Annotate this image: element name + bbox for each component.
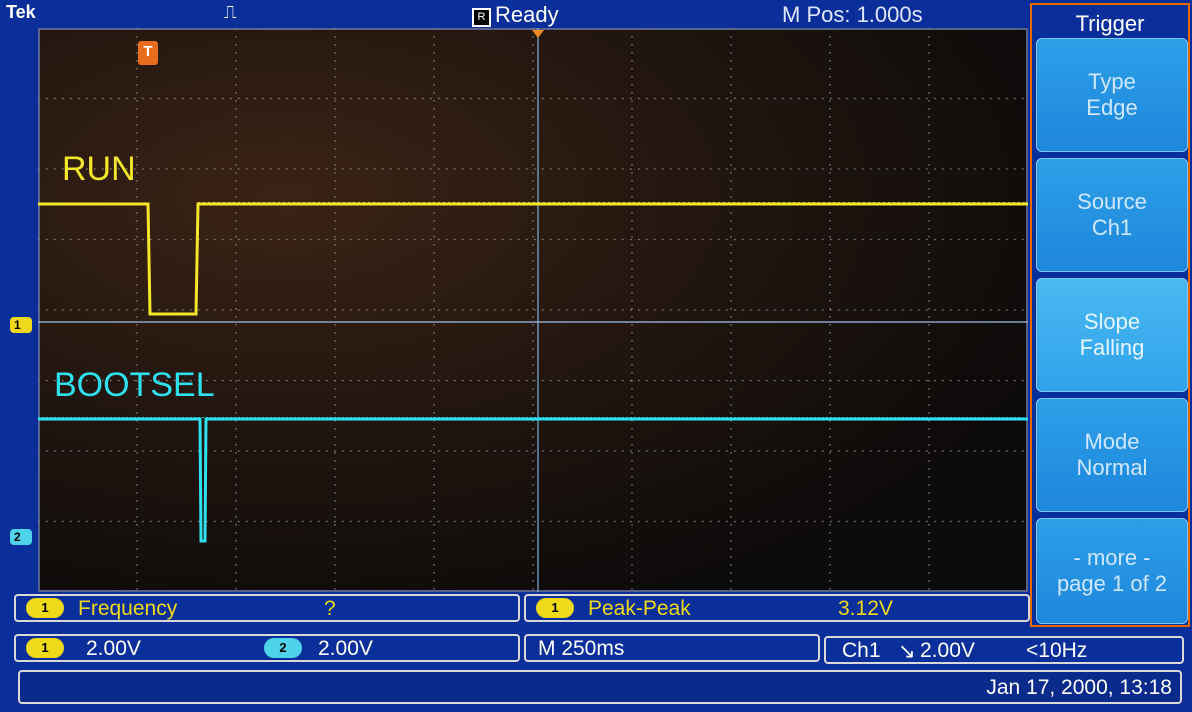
measurement-name: Frequency — [78, 597, 178, 620]
measurement-name: Peak-Peak — [588, 597, 691, 620]
ch1-badge: 1 — [26, 638, 64, 658]
trigger-frequency: <10Hz — [1026, 639, 1088, 662]
date-time: Jan 17, 2000, 13:18 — [986, 676, 1172, 699]
button-value: Ch1 — [1091, 215, 1133, 240]
ch2-ground-marker[interactable]: 2 — [10, 529, 32, 545]
status-text: Ready — [495, 2, 559, 27]
timebase-readout[interactable]: M 250ms — [524, 634, 820, 662]
menu-title: Trigger — [1075, 11, 1145, 36]
channel-badge: 1 — [26, 598, 64, 618]
button-label: Source — [1077, 189, 1147, 214]
button-value: page 1 of 2 — [1056, 571, 1168, 596]
trigger-source: Ch1 — [842, 639, 881, 662]
trigger-position-marker: T — [138, 41, 158, 65]
trigger-source-button[interactable]: Source Ch1 — [1036, 158, 1188, 272]
button-label: Slope — [1083, 309, 1141, 334]
ch1-scale: 2.00V — [86, 637, 141, 660]
trigger-readout[interactable]: Ch1 ↘ 2.00V <10Hz — [824, 636, 1184, 664]
measurement-value: 3.12V — [838, 597, 893, 620]
timebase-value: M 250ms — [538, 637, 625, 660]
trigger-mode-button[interactable]: Mode Normal — [1036, 398, 1188, 512]
ch2-scale: 2.00V — [318, 637, 373, 660]
button-label: Mode — [1084, 429, 1140, 454]
vertical-scale-readout[interactable]: 1 2.00V 2 2.00V — [14, 634, 520, 662]
button-value: Edge — [1086, 95, 1138, 120]
single-pulse-icon: ⎍ — [224, 2, 237, 22]
graticule — [38, 28, 1028, 592]
ch2-badge: 2 — [264, 638, 302, 658]
brand-logo: Tek — [6, 2, 36, 22]
ch1-ground-marker[interactable]: 1 — [10, 317, 32, 333]
measurement-peak-peak[interactable]: 1 Peak-Peak 3.12V — [524, 594, 1030, 622]
button-label: Type — [1088, 69, 1136, 94]
button-value: Falling — [1079, 335, 1145, 360]
trigger-slope-button[interactable]: Slope Falling — [1036, 278, 1188, 392]
acquisition-status: R Ready — [472, 2, 559, 28]
measurement-value: ? — [324, 597, 336, 620]
waveform-display[interactable] — [38, 28, 1028, 592]
ready-icon: R — [472, 8, 491, 27]
ch2-trace-label: BOOTSEL — [54, 366, 215, 404]
more-page-button[interactable]: - more - page 1 of 2 — [1036, 518, 1188, 624]
trigger-time-marker — [532, 30, 544, 38]
button-value: Normal — [1076, 455, 1148, 480]
trigger-level: 2.00V — [920, 639, 975, 662]
oscilloscope-screen: Tek ⎍ R Ready M Pos: 1.000s RUN BOOTSEL 1… — [0, 0, 1192, 712]
channel-badge: 1 — [536, 598, 574, 618]
trigger-menu: Trigger Type Edge Source Ch1 Slope Falli… — [1030, 3, 1190, 627]
button-label: - more - — [1073, 545, 1151, 570]
top-status-bar: Tek ⎍ R Ready M Pos: 1.000s — [0, 0, 1030, 28]
measurement-frequency[interactable]: 1 Frequency ? — [14, 594, 520, 622]
trigger-type-button[interactable]: Type Edge — [1036, 38, 1188, 152]
ch1-trace-label: RUN — [62, 150, 136, 188]
footer-bar: Jan 17, 2000, 13:18 — [18, 670, 1182, 704]
falling-edge-icon: ↘ — [898, 640, 916, 663]
horizontal-position-readout: M Pos: 1.000s — [782, 2, 923, 27]
